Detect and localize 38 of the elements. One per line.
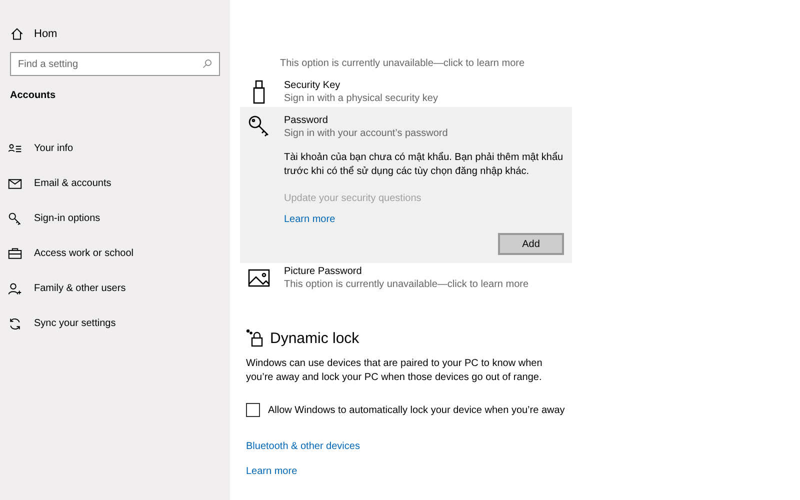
nav-item[interactable]: Your info — [0, 131, 230, 166]
option-description: This option is currently unavailable—click to learn more — [279, 57, 526, 71]
option-description: This option is currently unavailable—click to learn more — [284, 279, 530, 290]
lock-icon — [246, 329, 264, 347]
add-button[interactable]: Add — [498, 233, 564, 255]
option-title: Picture Password — [284, 266, 363, 277]
search-field[interactable]: Find a setting — [10, 52, 220, 76]
checkbox[interactable] — [246, 403, 260, 417]
learn-more-link[interactable]: Learn more — [284, 214, 564, 225]
user-add-icon — [8, 282, 22, 296]
search-icon — [202, 59, 212, 69]
sync-icon — [8, 316, 22, 330]
option-description: Sign in with a physical security key — [284, 93, 439, 104]
option-description: Sign in with your account’s password — [284, 128, 449, 139]
option-title: Security Key — [284, 80, 342, 91]
section-description: Windows can use devices that are paired to your PC to know when you’re away and lock your PC when those devices go out of range. — [246, 357, 544, 385]
nav-item[interactable]: Access work or school — [0, 236, 230, 271]
option-title: Password — [284, 115, 329, 126]
related-link[interactable]: Bluetooth & other devices — [246, 441, 360, 452]
nav-item[interactable]: Sync your settings — [0, 306, 230, 341]
key-icon — [8, 212, 22, 226]
nav-item[interactable]: Family & other users — [0, 271, 230, 306]
home-icon — [10, 27, 24, 41]
related-link[interactable]: Learn more — [246, 466, 298, 477]
nav-item[interactable]: Sign-in options — [0, 201, 230, 236]
security-questions-link: Update your security questions — [284, 193, 422, 204]
section-heading: Accounts — [9, 89, 57, 103]
checkbox-label: Allow Windows to automatically lock your device when you’re away — [268, 404, 565, 416]
section-heading: Dynamic lock — [270, 330, 360, 346]
key-icon — [248, 115, 270, 139]
mail-icon — [8, 176, 22, 190]
briefcase-icon — [8, 246, 22, 260]
sign-in-option[interactable]: Picture Password This option is currently unavailable—click to learn more — [240, 263, 572, 293]
nav-item[interactable]: Email & accounts — [0, 166, 230, 201]
sign-in-option[interactable] — [240, 107, 572, 263]
sign-in-option[interactable]: Security Key Sign in with a physical security key — [240, 77, 572, 107]
password-message: Tài khoản của bạn chưa có mật khẩu. Bạn phải thêm mật khẩu trước khi có thể sử dụng các tùy chọn đăng nhập khác. — [284, 151, 564, 179]
home-link[interactable]: Hom — [34, 28, 58, 40]
